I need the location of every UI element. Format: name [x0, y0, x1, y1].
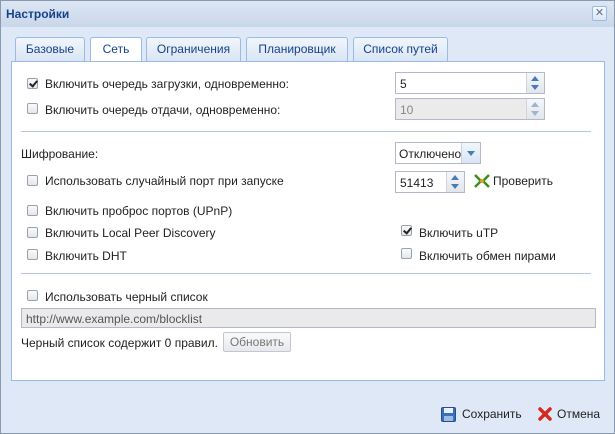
download-queue-label: Включить очередь загрузки, одновременно:: [45, 77, 290, 91]
tab-scheduler[interactable]: Планировщик: [246, 37, 348, 61]
pex-checkbox[interactable]: [401, 248, 412, 259]
spin-down-icon[interactable]: [451, 184, 459, 189]
spinner-buttons[interactable]: [526, 99, 544, 119]
blocklist-url-field[interactable]: http://www.example.com/blocklist: [21, 308, 596, 328]
lpd-label: Включить Local Peer Discovery: [45, 226, 216, 240]
encryption-label: Шифрование:: [21, 147, 99, 161]
encryption-select[interactable]: Отключено: [395, 142, 481, 164]
upload-queue-label: Включить очередь отдачи, одновременно:: [45, 103, 281, 117]
spin-up-icon[interactable]: [531, 102, 539, 107]
blocklist-checkbox[interactable]: [27, 290, 38, 301]
blocklist-status: Черный список содержит 0 правил.: [21, 336, 218, 350]
close-icon: ✕: [594, 7, 605, 19]
port-spinner[interactable]: 51413: [395, 171, 465, 193]
download-queue-spinner[interactable]: 5: [395, 72, 545, 94]
close-button[interactable]: ✕: [592, 6, 607, 21]
dialog-title: Настройки: [6, 7, 70, 21]
save-button[interactable]: Сохранить: [441, 403, 527, 425]
spinner-buttons[interactable]: [446, 172, 464, 192]
tab-limits[interactable]: Ограничения: [146, 37, 241, 61]
update-blocklist-button[interactable]: Обновить: [223, 332, 291, 352]
upload-queue-checkbox[interactable]: [27, 103, 38, 114]
save-label: Сохранить: [462, 407, 522, 421]
lpd-checkbox[interactable]: [27, 227, 38, 238]
floppy-disk-icon: [441, 407, 456, 422]
upnp-checkbox[interactable]: [27, 205, 38, 216]
download-queue-checkbox[interactable]: [27, 78, 38, 89]
title-bar[interactable]: Настройки ✕: [1, 1, 614, 27]
utp-checkbox[interactable]: [401, 225, 412, 236]
dht-checkbox[interactable]: [27, 249, 38, 260]
check-port-icon: [474, 174, 490, 188]
download-queue-value: 5: [400, 77, 407, 91]
red-x-icon: [538, 407, 552, 421]
cancel-label: Отмена: [557, 407, 601, 421]
tab-network[interactable]: Сеть: [90, 37, 142, 62]
port-value: 51413: [400, 176, 434, 190]
separator: [21, 131, 591, 132]
random-port-label: Использовать случайный порт при запуске: [45, 174, 284, 188]
spin-down-icon[interactable]: [531, 85, 539, 90]
cancel-button[interactable]: Отмена: [537, 403, 603, 425]
upload-queue-value: 10: [400, 103, 414, 117]
encryption-value: Отключено: [399, 147, 462, 161]
dht-label: Включить DHT: [45, 249, 127, 263]
tab-basic[interactable]: Базовые: [15, 37, 85, 61]
upnp-label: Включить проброс портов (UPnP): [45, 204, 233, 218]
spinner-buttons[interactable]: [526, 73, 544, 93]
random-port-checkbox[interactable]: [27, 175, 38, 186]
settings-dialog: Настройки ✕ Базовые Сеть Ограничения Пла…: [0, 0, 615, 434]
utp-label: Включить uTP: [419, 226, 499, 240]
upload-queue-spinner[interactable]: 10: [395, 98, 545, 120]
spin-down-icon[interactable]: [531, 111, 539, 116]
check-port-label: Проверить: [493, 174, 554, 188]
blocklist-label: Использовать черный список: [45, 290, 208, 304]
chevron-down-icon[interactable]: [461, 143, 480, 163]
pex-label: Включить обмен пирами: [419, 249, 556, 263]
separator: [21, 273, 591, 274]
spin-up-icon[interactable]: [451, 175, 459, 180]
spin-up-icon[interactable]: [531, 76, 539, 81]
tab-paths[interactable]: Список путей: [353, 37, 448, 61]
